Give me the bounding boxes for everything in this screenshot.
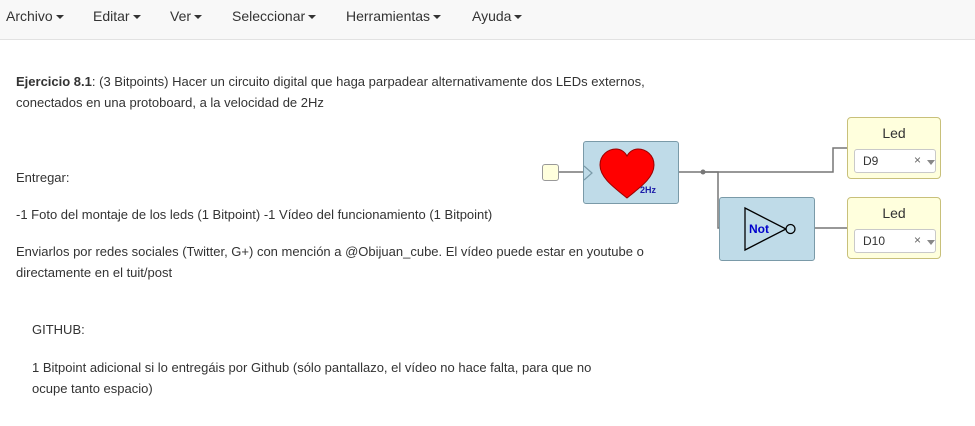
dropdown-arrow-icon[interactable] [927, 160, 935, 165]
heartbeat-2hz-block[interactable]: 2Hz [583, 141, 679, 204]
clear-icon[interactable]: × [914, 233, 921, 247]
menu-ver-label: Ver [170, 8, 192, 24]
not-label: Not [749, 222, 769, 236]
menu-ver[interactable]: Ver [170, 0, 203, 32]
canvas-area: Ejercicio 8.1: (3 Bitpoints) Hacer un ci… [0, 41, 975, 426]
menu-seleccionar[interactable]: Seleccionar [232, 0, 317, 32]
caret-down-icon [132, 15, 141, 20]
menu-editar[interactable]: Editar [93, 0, 141, 32]
dropdown-arrow-icon[interactable] [927, 240, 935, 245]
led-title: Led [882, 125, 906, 141]
menu-herramientas[interactable]: Herramientas [346, 0, 442, 32]
caret-down-icon [514, 15, 523, 20]
not-gate-block[interactable]: Not [719, 197, 815, 261]
wire-to-led-d9 [679, 147, 848, 173]
wire-junction [700, 169, 706, 175]
led-title: Led [882, 205, 906, 221]
pin-value: D9 [863, 154, 879, 168]
pin-value: D10 [863, 234, 886, 248]
led-block-d10[interactable]: Led D10 × [847, 197, 941, 259]
pin-select-d9[interactable]: D9 × [854, 149, 936, 173]
menu-archivo-label: Archivo [6, 8, 53, 24]
hz-label: 2Hz [640, 185, 657, 195]
led-block-d9[interactable]: Led D9 × [847, 117, 941, 179]
menu-herramientas-label: Herramientas [346, 8, 431, 24]
caret-down-icon [308, 15, 317, 20]
pin-select-d10[interactable]: D10 × [854, 229, 936, 253]
heart-icon [584, 148, 655, 199]
menu-editar-label: Editar [93, 8, 130, 24]
menu-bar: Archivo Editar Ver Seleccionar Herramien… [0, 0, 975, 40]
menu-archivo[interactable]: Archivo [6, 0, 64, 32]
menu-ayuda[interactable]: Ayuda [472, 0, 523, 32]
circuit-wires [559, 147, 848, 229]
menu-seleccionar-label: Seleccionar [232, 8, 306, 24]
caret-down-icon [194, 15, 203, 20]
clear-icon[interactable]: × [914, 153, 921, 167]
caret-down-icon [55, 15, 64, 20]
menu-ayuda-label: Ayuda [472, 8, 512, 24]
input-pin[interactable] [542, 164, 559, 181]
caret-down-icon [433, 15, 442, 20]
